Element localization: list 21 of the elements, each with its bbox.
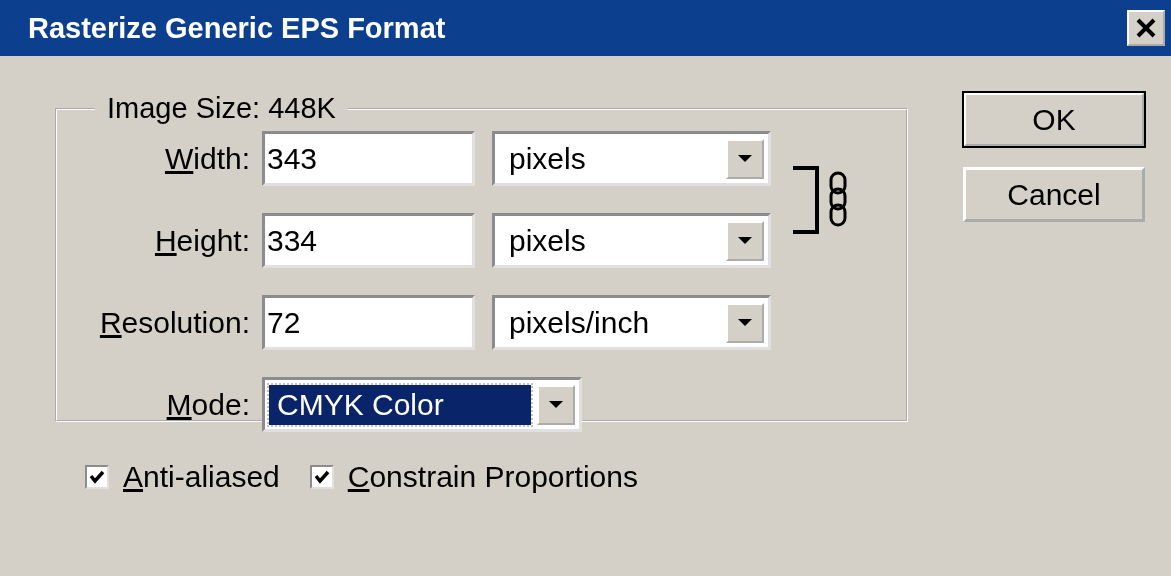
unit-dropdown[interactable]: pixels xyxy=(492,213,771,268)
checkbox-label: Constrain Proportions xyxy=(347,460,638,494)
number-field[interactable]: 72 xyxy=(262,295,475,350)
unit-dropdown[interactable]: pixels xyxy=(492,131,771,186)
checkbox[interactable] xyxy=(309,465,334,489)
checkbox[interactable] xyxy=(85,465,109,489)
dialog-button[interactable]: Cancel xyxy=(963,167,1145,222)
mode-dropdown[interactable]: CMYK Color xyxy=(262,377,582,432)
field-label: Resolution: xyxy=(98,305,251,340)
number-field[interactable]: 334 xyxy=(262,213,475,268)
field-label: Height: xyxy=(153,223,251,258)
dialog-button[interactable]: OK xyxy=(963,92,1145,147)
field-label: Mode: xyxy=(165,387,251,422)
checkbox-label: Anti-aliased xyxy=(123,460,280,494)
number-field[interactable]: 343 xyxy=(262,131,475,186)
close-button[interactable] xyxy=(1127,10,1165,46)
field-label: Width: xyxy=(163,141,251,176)
close-icon xyxy=(1135,18,1157,38)
group-legend: Image Size: 448K xyxy=(95,92,348,125)
window-title: Rasterize Generic EPS Format xyxy=(28,11,446,45)
unit-dropdown[interactable]: pixels/inch xyxy=(492,295,771,350)
